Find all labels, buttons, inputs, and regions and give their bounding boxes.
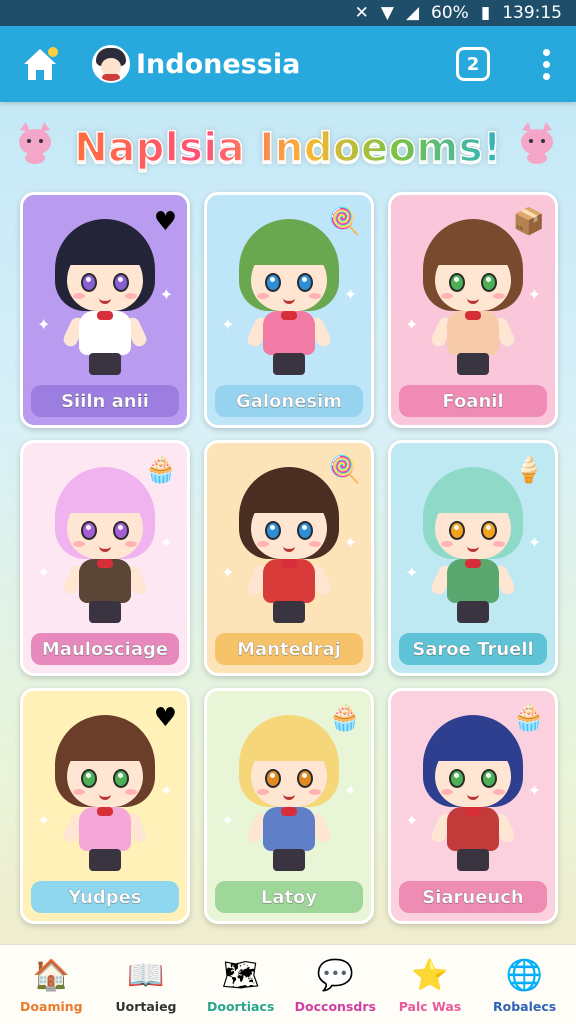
character-art: ✦ ✦ 🍭 — [207, 195, 371, 385]
home-icon — [24, 47, 58, 80]
more-options-button[interactable] — [534, 44, 558, 84]
nav-label: Robalecs — [493, 999, 557, 1014]
page-title: Naplsia Indoeoms! — [73, 124, 502, 172]
nav-item[interactable]: 📖 Uortaieg — [100, 955, 192, 1015]
prop-icon: 🧁 — [512, 703, 545, 733]
nav-icon: 🗺 — [221, 957, 260, 993]
bottom-nav: 🏠 Doaming 📖 Uortaieg 🗺 Doortiacs 💬 Docco… — [0, 944, 576, 1024]
character-card[interactable]: ✦ ✦ 🍭 Galonesim — [204, 192, 374, 428]
prop-icon: 🧁 — [328, 703, 361, 733]
nav-item[interactable]: ⭐ Palc Was — [384, 955, 476, 1015]
character-art: ✦ ✦ 📦 — [391, 195, 555, 385]
nav-icon: ⭐ — [411, 957, 449, 993]
character-name: Mantedraj — [215, 633, 363, 665]
character-card[interactable]: ✦ ✦ 🧁 Maulosciage — [20, 440, 190, 676]
prop-icon: 🧁 — [144, 455, 177, 485]
wifi-icon: ▼ — [380, 3, 394, 23]
character-name: Yudpes — [31, 881, 179, 913]
app-title: Indonessia — [136, 48, 301, 80]
nav-icon: 📖 — [127, 957, 165, 993]
prop-icon: 🍭 — [328, 207, 361, 237]
nav-item[interactable]: 🌐 Robalecs — [479, 955, 571, 1015]
character-art: ✦ ✦ 🧁 — [391, 691, 555, 881]
prop-icon: ♥ — [153, 207, 177, 237]
battery-percent: 60% — [431, 3, 469, 23]
nav-label: Doaming — [20, 999, 83, 1014]
character-art: ✦ ✦ 🍦 — [391, 443, 555, 633]
character-name: Galonesim — [215, 385, 363, 417]
status-bar: ✕ ▼ ◢ 60% ▮ 139:15 — [0, 0, 576, 26]
nav-item[interactable]: 🏠 Doaming — [5, 955, 97, 1015]
more-icon — [542, 48, 550, 56]
prop-icon: 📦 — [512, 207, 545, 237]
nav-item[interactable]: 💬 Docconsdrs — [289, 955, 381, 1015]
character-name: Latoy — [215, 881, 363, 913]
character-art: ✦ ✦ 🍭 — [207, 443, 371, 633]
prop-icon: 🍭 — [328, 455, 361, 485]
character-art: ✦ ✦ 🧁 — [207, 691, 371, 881]
chat-icon: 2 — [466, 53, 480, 75]
character-card[interactable]: ✦ ✦ ♥ Yudpes — [20, 688, 190, 924]
nav-icon: 🏠 — [32, 957, 70, 993]
character-art: ✦ ✦ 🧁 — [23, 443, 187, 633]
character-name: Siiln anii — [31, 385, 179, 417]
signal-icon: ◢ — [405, 3, 420, 23]
bluetooth-icon: ✕ — [354, 3, 369, 23]
character-card[interactable]: ✦ ✦ 🍭 Mantedraj — [204, 440, 374, 676]
home-button[interactable] — [18, 42, 62, 86]
cat-decoration-icon — [521, 122, 553, 164]
character-name: Foanil — [399, 385, 547, 417]
banner: Naplsia Indoeoms! — [0, 110, 576, 186]
character-name: Siarueuch — [399, 881, 547, 913]
character-art: ✦ ✦ ♥ — [23, 195, 187, 385]
character-name: Saroe Truell — [399, 633, 547, 665]
character-grid: ✦ ✦ ♥ Siiln anii ✦ ✦ 🍭 Galonesim ✦ ✦ 📦 F… — [20, 192, 558, 924]
prop-icon: 🍦 — [512, 455, 545, 485]
avatar[interactable] — [92, 45, 130, 83]
nav-icon: 💬 — [316, 957, 354, 993]
character-card[interactable]: ✦ ✦ 📦 Foanil — [388, 192, 558, 428]
nav-item[interactable]: 🗺 Doortiacs — [195, 955, 287, 1015]
character-card[interactable]: ✦ ✦ 🧁 Siarueuch — [388, 688, 558, 924]
clock: 139:15 — [502, 3, 562, 23]
app-bar: Indonessia 2 — [0, 26, 576, 102]
nav-label: Uortaieg — [115, 999, 177, 1014]
nav-label: Doortiacs — [207, 999, 275, 1014]
nav-label: Docconsdrs — [294, 999, 376, 1014]
character-card[interactable]: ✦ ✦ ♥ Siiln anii — [20, 192, 190, 428]
nav-label: Palc Was — [398, 999, 462, 1014]
battery-icon: ▮ — [480, 3, 491, 23]
character-name: Maulosciage — [31, 633, 179, 665]
character-art: ✦ ✦ ♥ — [23, 691, 187, 881]
character-card[interactable]: ✦ ✦ 🍦 Saroe Truell — [388, 440, 558, 676]
character-card[interactable]: ✦ ✦ 🧁 Latoy — [204, 688, 374, 924]
prop-icon: ♥ — [153, 703, 177, 733]
nav-icon: 🌐 — [505, 957, 544, 993]
chat-button[interactable]: 2 — [456, 47, 490, 81]
